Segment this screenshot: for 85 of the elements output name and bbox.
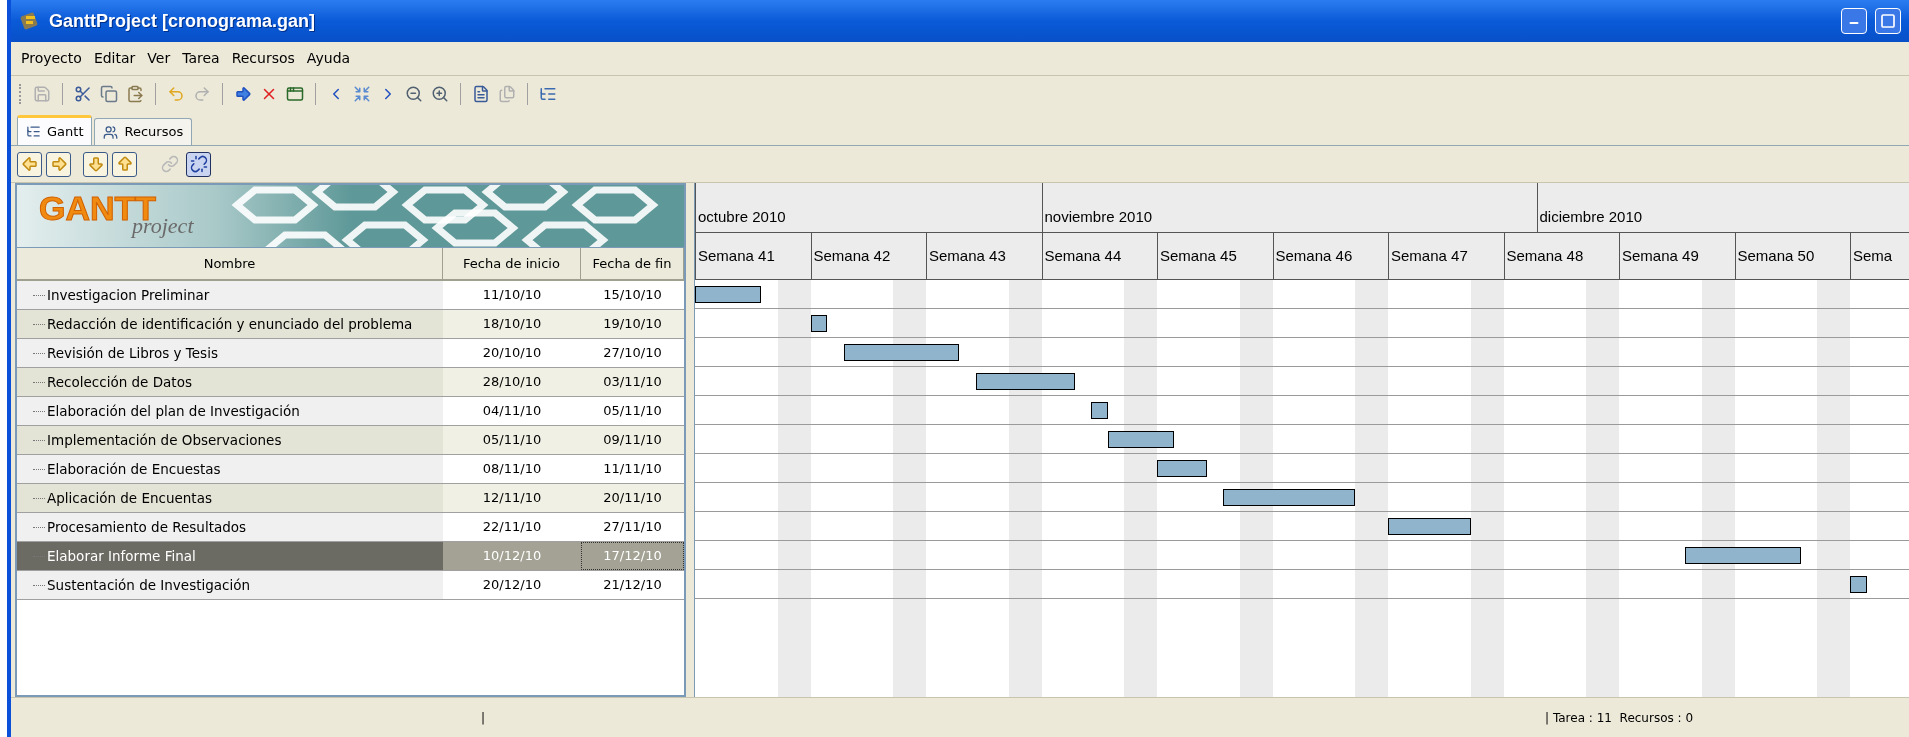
table-cell: 19/10/10 [581, 310, 684, 338]
maximize-button[interactable] [1875, 8, 1901, 34]
window-title: GanttProject [cronograma.gan] [49, 9, 316, 33]
tab[interactable]: Recursos [94, 118, 193, 145]
table-cell: 10/12/10 [443, 542, 581, 570]
task-name: Elaboración de Encuestas [47, 459, 221, 479]
table-cell: 20/11/10 [581, 484, 684, 512]
task-name: Implementación de Observaciones [47, 430, 282, 450]
week-header: Semana 43 [926, 233, 1042, 279]
task-bar[interactable] [695, 286, 761, 303]
month-header: noviembre 2010 [1041, 183, 1537, 232]
table-cell: 09/11/10 [581, 426, 684, 454]
unlink-button[interactable] [186, 151, 211, 177]
task-name: Procesamiento de Resultados [47, 517, 247, 537]
task-bar[interactable] [1685, 547, 1801, 564]
move-left-button[interactable] [17, 151, 42, 177]
menu-item[interactable]: Ver [141, 48, 177, 69]
task-bar[interactable] [1157, 460, 1207, 477]
week-header: Semana 45 [1157, 233, 1273, 279]
task-bar[interactable] [1107, 431, 1174, 448]
task-bar[interactable] [1850, 576, 1867, 593]
week-header: Sema [1850, 233, 1909, 279]
move-right-icon [49, 155, 68, 173]
task-name: Elaboración del plan de Investigación [47, 401, 300, 421]
week-header: Semana 49 [1619, 233, 1735, 279]
tree-line [33, 497, 45, 499]
column-header[interactable]: Nombre [17, 248, 443, 279]
week-header: Semana 42 [810, 233, 926, 279]
table-cell: 03/11/10 [581, 368, 684, 396]
week-header: Semana 50 [1734, 233, 1850, 279]
move-down-icon [86, 155, 105, 173]
menu-item[interactable]: Ayuda [300, 48, 357, 69]
tree-line [33, 468, 45, 470]
tab[interactable]: Gantt [17, 115, 93, 145]
task-name: Elaborar Informe Final [47, 546, 196, 566]
table-cell: 05/11/10 [443, 426, 581, 454]
task-name: Sustentación de Investigación [47, 575, 251, 595]
week-header: Semana 46 [1272, 233, 1388, 279]
table-cell: 28/10/10 [443, 368, 581, 396]
week-header: Semana 47 [1388, 233, 1504, 279]
week-header: Semana 48 [1503, 233, 1619, 279]
move-down-button[interactable] [83, 151, 108, 177]
task-bar[interactable] [1388, 518, 1471, 535]
link-icon [160, 155, 179, 173]
week-header: Semana 41 [695, 233, 811, 279]
status-text: | Tarea : 11 Recursos : 0 [1545, 709, 1694, 727]
menu-item[interactable]: Proyecto [15, 48, 88, 69]
column-header[interactable]: Fecha de fin [581, 248, 684, 279]
status-text: | [481, 709, 486, 727]
table-cell: 18/10/10 [443, 310, 581, 338]
week-header: Semana 44 [1041, 233, 1157, 279]
people-icon [103, 124, 119, 140]
task-name: Investigacion Preliminar [47, 285, 210, 305]
task-name: Redacción de identificación y enunciado del problema [47, 314, 413, 334]
table-cell: 17/12/10 [581, 542, 684, 570]
tree-line [33, 439, 45, 441]
move-up-button[interactable] [112, 151, 137, 177]
move-right-button[interactable] [46, 151, 71, 177]
menu-item[interactable]: Recursos [225, 48, 301, 69]
tree-line [33, 323, 45, 325]
move-left-icon [20, 155, 39, 173]
maximize-icon [1880, 13, 1896, 29]
table-cell: 12/11/10 [443, 484, 581, 512]
task-bar[interactable] [843, 344, 959, 361]
task-bar[interactable] [975, 373, 1075, 390]
tree-line [33, 352, 45, 354]
task-name: Revisión de Libros y Tesis [47, 343, 218, 363]
tree-icon [26, 124, 41, 139]
tree-line [33, 410, 45, 412]
unlink-icon [189, 155, 208, 173]
task-bar[interactable] [1223, 489, 1355, 506]
task-name: Recolección de Datos [47, 372, 192, 392]
month-header: octubre 2010 [695, 183, 1042, 232]
month-header: diciembre 2010 [1536, 183, 1909, 232]
menu-item[interactable]: Tarea [176, 48, 226, 69]
task-bar[interactable] [1091, 402, 1108, 419]
tree-line [33, 584, 45, 586]
move-up-icon [115, 155, 134, 173]
column-header[interactable]: Fecha de inicio [443, 248, 581, 279]
tree-line [33, 381, 45, 383]
task-name: Aplicación de Encuentas [47, 488, 212, 508]
minimize-button[interactable] [1841, 8, 1867, 34]
tree-line [33, 294, 45, 296]
tree-line [33, 526, 45, 528]
menu-item[interactable]: Editar [87, 48, 142, 69]
